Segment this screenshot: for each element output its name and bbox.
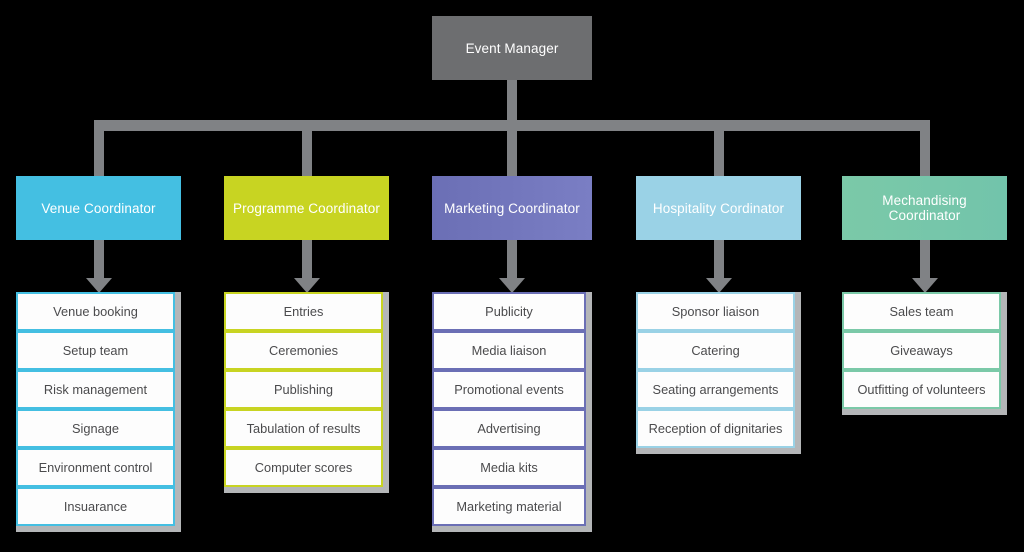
task-item[interactable]: Publicity	[432, 292, 586, 331]
task-item[interactable]: Environment control	[16, 448, 175, 487]
task-stack-inner-venue: Venue booking Setup team Risk management Si…	[16, 292, 175, 526]
connector-arrow-stem-programme	[301, 240, 312, 278]
node-coordinator-mechandising-label: Mechandising Coordinator	[882, 193, 967, 223]
task-item-label: Giveaways	[890, 343, 953, 358]
node-coordinator-venue[interactable]: Venue Coordinator	[16, 176, 181, 240]
task-item-label: Insuarance	[63, 499, 128, 514]
connector-drop-mechandising	[919, 131, 930, 176]
task-item-label: Promotional events	[454, 382, 564, 397]
task-stack-hospitality: Sponsor liaison Catering Seating arrangeme…	[636, 292, 801, 454]
task-item[interactable]: Marketing material	[432, 487, 586, 526]
task-item-label: Advertising	[477, 421, 541, 436]
connector-arrow-stem-marketing	[507, 240, 517, 278]
task-item[interactable]: Media liaison	[432, 331, 586, 370]
task-item[interactable]: Giveaways	[842, 331, 1001, 370]
connector-horizontal-bus	[93, 120, 930, 131]
task-item-label: Media liaison	[471, 343, 547, 358]
task-item-label: Environment control	[38, 460, 153, 475]
task-item[interactable]: Sales team	[842, 292, 1001, 331]
task-stack-marketing: Publicity Media liaison Promotional events…	[432, 292, 592, 532]
connector-arrow-head-mechandising	[911, 278, 938, 293]
task-item[interactable]: Outfitting of volunteers	[842, 370, 1001, 409]
task-item-label: Catering	[691, 343, 740, 358]
task-item-label: Seating arrangements	[652, 382, 779, 397]
node-coordinator-mechandising[interactable]: Mechandising Coordinator	[842, 176, 1007, 240]
task-item[interactable]: Ceremonies	[224, 331, 383, 370]
task-item[interactable]: Tabulation of results	[224, 409, 383, 448]
task-item[interactable]: Catering	[636, 331, 795, 370]
connector-arrow-head-programme	[293, 278, 320, 293]
task-item-label: Reception of dignitaries	[648, 421, 783, 436]
task-item[interactable]: Sponsor liaison	[636, 292, 795, 331]
task-stack-programme: Entries Ceremonies Publishing Tabulation of…	[224, 292, 389, 493]
connector-arrow-head-hospitality	[705, 278, 732, 293]
task-item[interactable]: Advertising	[432, 409, 586, 448]
task-item-label: Setup team	[62, 343, 129, 358]
task-item[interactable]: Promotional events	[432, 370, 586, 409]
connector-arrow-stem-mechandising	[919, 240, 930, 278]
task-item[interactable]: Publishing	[224, 370, 383, 409]
node-coordinator-venue-label: Venue Coordinator	[41, 200, 156, 216]
node-coordinator-marketing-label: Marketing Coordinator	[444, 200, 580, 216]
task-item[interactable]: Venue booking	[16, 292, 175, 331]
task-item-label: Ceremonies	[269, 343, 338, 358]
connector-arrow-head-marketing	[499, 278, 525, 293]
task-item-label: Sales team	[889, 304, 954, 319]
connector-arrow-stem-venue	[93, 240, 104, 278]
node-event-manager[interactable]: Event Manager	[432, 16, 592, 80]
connector-drop-programme	[301, 131, 312, 176]
node-coordinator-hospitality[interactable]: Hospitality Cordinator	[636, 176, 801, 240]
node-coordinator-hospitality-label: Hospitality Cordinator	[652, 200, 785, 216]
connector-drop-marketing	[507, 131, 517, 176]
task-item-label: Publishing	[273, 382, 334, 397]
task-stack-inner-programme: Entries Ceremonies Publishing Tabulation of…	[224, 292, 383, 487]
connector-drop-hospitality	[713, 131, 724, 176]
node-coordinator-marketing[interactable]: Marketing Coordinator	[432, 176, 592, 240]
task-item[interactable]: Risk management	[16, 370, 175, 409]
connector-arrow-stem-hospitality	[713, 240, 724, 278]
task-item-label: Venue booking	[53, 304, 138, 319]
task-item[interactable]: Computer scores	[224, 448, 383, 487]
task-item-label: Tabulation of results	[246, 421, 361, 436]
task-item[interactable]: Signage	[16, 409, 175, 448]
task-item[interactable]: Setup team	[16, 331, 175, 370]
task-item-label: Signage	[72, 421, 119, 436]
task-stack-inner-hospitality: Sponsor liaison Catering Seating arrangeme…	[636, 292, 795, 448]
task-item[interactable]: Entries	[224, 292, 383, 331]
task-stack-mechandising: Sales team Giveaways Outfitting of volunte…	[842, 292, 1007, 415]
task-stack-inner-marketing: Publicity Media liaison Promotional events…	[432, 292, 586, 526]
node-coordinator-programme[interactable]: Programme Coordinator	[224, 176, 389, 240]
task-stack-inner-mechandising: Sales team Giveaways Outfitting of volunte…	[842, 292, 1001, 409]
task-item-label: Sponsor liaison	[671, 304, 760, 319]
task-stack-venue: Venue booking Setup team Risk management Si…	[16, 292, 181, 532]
task-item-label: Entries	[283, 304, 324, 319]
task-item[interactable]: Insuarance	[16, 487, 175, 526]
task-item[interactable]: Seating arrangements	[636, 370, 795, 409]
connector-drop-venue	[93, 131, 104, 176]
connector-arrow-head-venue	[85, 278, 112, 293]
node-event-manager-label: Event Manager	[465, 40, 559, 56]
org-chart: Event Manager Venue Coordinator Venue boo…	[0, 0, 1024, 552]
task-item-label: Marketing material	[456, 499, 562, 514]
task-item[interactable]: Reception of dignitaries	[636, 409, 795, 448]
task-item-label: Risk management	[43, 382, 148, 397]
task-item-label: Publicity	[485, 304, 533, 319]
task-item[interactable]: Media kits	[432, 448, 586, 487]
task-item-label: Outfitting of volunteers	[857, 382, 986, 397]
task-item-label: Computer scores	[254, 460, 353, 475]
task-item-label: Media kits	[480, 460, 538, 475]
node-coordinator-programme-label: Programme Coordinator	[233, 200, 380, 216]
